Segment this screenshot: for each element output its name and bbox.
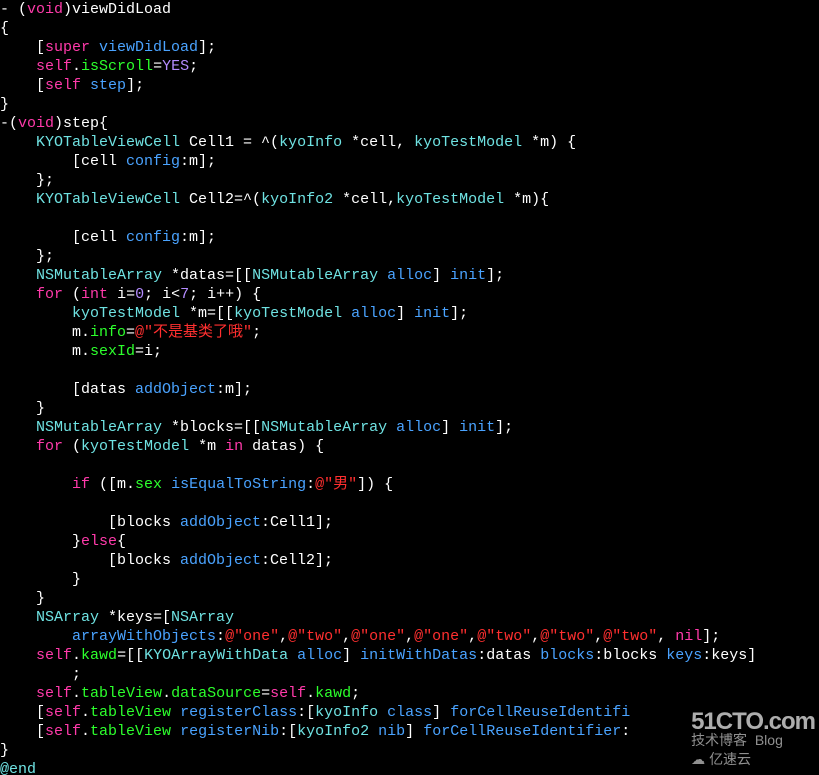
code-line: KYOTableViewCell Cell2=^(kyoInfo2 *cell,… xyxy=(0,191,549,208)
code-line: [self.tableView registerClass:[kyoInfo c… xyxy=(0,704,630,721)
code-line: ; xyxy=(0,666,81,683)
code-line: } xyxy=(0,571,81,588)
code-line: self.kawd=[[KYOArrayWithData alloc] init… xyxy=(0,647,756,664)
code-line: [blocks addObject:Cell2]; xyxy=(0,552,333,569)
code-line: kyoTestModel *m=[[kyoTestModel alloc] in… xyxy=(0,305,468,322)
code-line: } xyxy=(0,590,45,607)
code-line: @end xyxy=(0,761,36,775)
code-line: [blocks addObject:Cell1]; xyxy=(0,514,333,531)
code-line: } xyxy=(0,400,45,417)
code-line: [cell config:m]; xyxy=(0,153,216,170)
code-line: KYOTableViewCell Cell1 = ^(kyoInfo *cell… xyxy=(0,134,576,151)
code-line: [self step]; xyxy=(0,77,144,94)
code-line: { xyxy=(0,20,9,37)
code-line: [self.tableView registerNib:[kyoInfo2 ni… xyxy=(0,723,630,740)
code-line: self.isScroll=YES; xyxy=(0,58,198,75)
code-line: for (kyoTestModel *m in datas) { xyxy=(0,438,324,455)
code-line: -(void)step{ xyxy=(0,115,108,132)
code-line: } xyxy=(0,742,9,759)
code-line: }else{ xyxy=(0,533,126,550)
code-editor[interactable]: - (void)viewDidLoad { [super viewDidLoad… xyxy=(0,0,819,775)
code-line: } xyxy=(0,96,9,113)
code-line: NSMutableArray *blocks=[[NSMutableArray … xyxy=(0,419,513,436)
code-line: [datas addObject:m]; xyxy=(0,381,252,398)
code-line: m.sexId=i; xyxy=(0,343,162,360)
code-line: for (int i=0; i<7; i++) { xyxy=(0,286,261,303)
code-line: NSArray *keys=[NSArray xyxy=(0,609,234,626)
code-line: self.tableView.dataSource=self.kawd; xyxy=(0,685,360,702)
code-line: NSMutableArray *datas=[[NSMutableArray a… xyxy=(0,267,504,284)
code-line: [super viewDidLoad]; xyxy=(0,39,216,56)
code-line: arrayWithObjects:@"one",@"two",@"one",@"… xyxy=(0,628,720,645)
code-line: [cell config:m]; xyxy=(0,229,216,246)
code-line: }; xyxy=(0,172,54,189)
code-line: if ([m.sex isEqualToString:@"男"]) { xyxy=(0,476,393,493)
code-line: - (void)viewDidLoad xyxy=(0,1,171,18)
code-line: m.info=@"不是基类了哦"; xyxy=(0,324,261,341)
code-line: }; xyxy=(0,248,54,265)
